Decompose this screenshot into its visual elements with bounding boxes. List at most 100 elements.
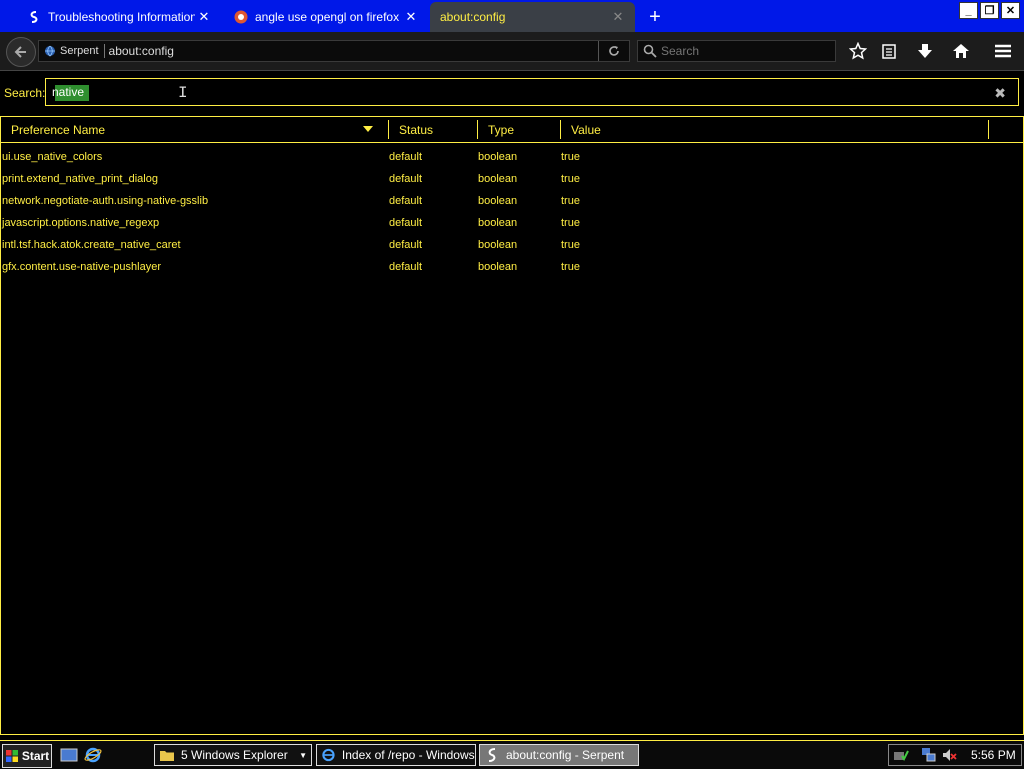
search-bar[interactable]	[637, 40, 836, 62]
column-type[interactable]: Type	[488, 123, 514, 137]
pref-name: print.extend_native_print_dialog	[2, 173, 158, 185]
safely-remove-hardware-icon[interactable]	[893, 747, 909, 763]
search-input[interactable]	[657, 43, 835, 59]
column-preference-name[interactable]: Preference Name	[11, 123, 105, 137]
pref-name: ui.use_native_colors	[2, 151, 103, 163]
bookmarks-button[interactable]	[878, 40, 900, 62]
network-icon[interactable]	[921, 747, 937, 763]
pref-name: network.negotiate-auth.using-native-gssl…	[2, 195, 209, 207]
table-row[interactable]: ui.use_native_colors default boolean tru…	[1, 147, 1023, 169]
table-row[interactable]: javascript.options.native_regexp default…	[1, 213, 1023, 235]
hamburger-menu-icon	[995, 44, 1011, 58]
table-header: Preference Name Status Type Value	[1, 117, 1023, 143]
volume-muted-icon[interactable]	[941, 747, 957, 763]
serpent-icon	[488, 748, 496, 762]
preferences-table: Preference Name Status Type Value ui.use…	[0, 116, 1024, 734]
tab-angle-search[interactable]: angle use opengl on firefox at D ✕	[223, 2, 428, 32]
url-bar[interactable]: Serpent	[38, 40, 630, 62]
pref-type: boolean	[478, 217, 518, 229]
pref-type: boolean	[478, 151, 518, 163]
pref-type: boolean	[478, 239, 518, 251]
identity-label: Serpent	[60, 45, 99, 57]
clear-search-icon[interactable]: ✖	[994, 85, 1006, 102]
pref-status: default	[389, 239, 423, 251]
column-separator[interactable]	[988, 120, 989, 139]
pref-status: default	[389, 217, 423, 229]
pref-value: true	[561, 195, 580, 207]
close-icon[interactable]: ✕	[402, 9, 420, 25]
table-row[interactable]: intl.tsf.hack.atok.create_native_caret d…	[1, 235, 1023, 257]
tab-title: Troubleshooting Information	[48, 10, 195, 24]
pref-status: default	[389, 195, 423, 207]
clipboard-icon	[882, 44, 896, 59]
back-button[interactable]	[6, 37, 36, 67]
minimize-icon[interactable]: _	[959, 2, 978, 19]
pref-value: true	[561, 173, 580, 185]
system-tray: 5:56 PM	[888, 744, 1022, 766]
tab-strip: Troubleshooting Information ✕ angle use …	[0, 0, 1024, 32]
tab-title: about:config	[440, 10, 506, 24]
text-cursor-icon: I	[178, 84, 188, 102]
pref-type: boolean	[478, 261, 518, 273]
table-row[interactable]: print.extend_native_print_dialog default…	[1, 169, 1023, 191]
pref-status: default	[389, 261, 423, 273]
taskbar-item-serpent[interactable]: about:config - Serpent	[479, 744, 639, 766]
config-search-field[interactable]: I ✖	[45, 78, 1019, 106]
close-icon[interactable]: ✕	[609, 9, 627, 25]
site-identity[interactable]: Serpent	[39, 44, 105, 58]
pref-status: default	[389, 151, 423, 163]
window-close-icon[interactable]: ✕	[1001, 2, 1020, 19]
pref-name: javascript.options.native_regexp	[2, 217, 160, 229]
home-button[interactable]	[950, 40, 972, 62]
taskbar-item-index-of-repo[interactable]: Index of /repo - Windows...	[316, 744, 476, 766]
duckduckgo-icon	[233, 9, 249, 25]
bookmark-star-button[interactable]	[847, 40, 869, 62]
table-row[interactable]: gfx.content.use-native-pushlayer default…	[1, 257, 1023, 279]
serpent-icon	[26, 9, 42, 25]
internet-explorer-icon[interactable]	[84, 746, 102, 769]
restore-icon[interactable]: ❐	[980, 2, 999, 19]
pref-value: true	[561, 261, 580, 273]
windows-logo-icon	[5, 750, 18, 762]
taskbar-item-label: Index of /repo - Windows...	[341, 748, 475, 762]
navigation-toolbar: Serpent	[0, 32, 1024, 71]
column-value[interactable]: Value	[571, 123, 601, 137]
table-row[interactable]: network.negotiate-auth.using-native-gssl…	[1, 191, 1023, 213]
tab-about-config[interactable]: about:config ✕	[430, 2, 635, 32]
star-icon	[849, 42, 867, 60]
window-controls: _ ❐ ✕	[959, 2, 1020, 19]
reload-button[interactable]	[598, 41, 629, 61]
downloads-button[interactable]	[914, 40, 936, 62]
download-arrow-icon	[918, 44, 932, 58]
column-separator[interactable]	[560, 120, 561, 139]
column-separator[interactable]	[388, 120, 389, 139]
url-input[interactable]	[104, 43, 598, 59]
menu-button[interactable]	[992, 40, 1014, 62]
pref-value: true	[561, 151, 580, 163]
column-status[interactable]: Status	[399, 123, 433, 137]
home-icon	[953, 44, 969, 58]
column-separator[interactable]	[477, 120, 478, 139]
folder-icon	[160, 751, 174, 761]
close-icon[interactable]: ✕	[195, 9, 213, 25]
start-button[interactable]: Start	[2, 744, 52, 768]
new-tab-button[interactable]: +	[643, 2, 667, 32]
taskbar-item-label: 5 Windows Explorer	[181, 748, 288, 762]
pref-name: intl.tsf.hack.atok.create_native_caret	[2, 239, 181, 251]
search-icon	[643, 44, 657, 58]
clock: 5:56 PM	[971, 748, 1016, 762]
tab-troubleshooting[interactable]: Troubleshooting Information ✕	[16, 2, 221, 32]
dropdown-arrow-icon: ▼	[299, 750, 307, 760]
pref-type: boolean	[478, 195, 518, 207]
sort-descending-icon[interactable]	[363, 126, 373, 132]
tab-title: angle use opengl on firefox at D	[255, 10, 402, 24]
show-desktop-icon[interactable]	[60, 747, 78, 768]
back-arrow-icon	[14, 46, 26, 58]
config-search-bar: Search: I ✖	[0, 71, 1024, 113]
internet-explorer-icon	[322, 748, 335, 762]
search-label: Search:	[4, 86, 46, 100]
taskbar-item-windows-explorer[interactable]: 5 Windows Explorer ▼	[154, 744, 312, 766]
start-label: Start	[21, 749, 50, 763]
pref-value: true	[561, 239, 580, 251]
reload-icon	[609, 46, 619, 56]
